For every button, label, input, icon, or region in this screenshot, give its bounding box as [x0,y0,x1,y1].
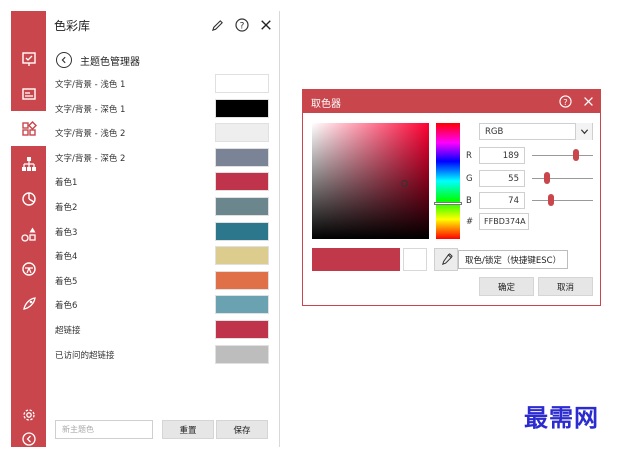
theme-color-row: 文字/背景 - 浅色 2 [55,123,270,143]
back-arrow-icon[interactable] [56,52,72,68]
theme-color-swatch[interactable] [215,270,269,290]
save-button[interactable]: 保存 [216,420,268,439]
hex-label: # [466,217,474,227]
theme-color-swatch[interactable] [215,344,269,364]
theme-color-row: 着色6 [55,295,270,315]
hex-input[interactable]: FFBD374A [479,213,529,230]
pie-chart-icon[interactable] [11,181,46,216]
shapes-icon[interactable] [11,216,46,251]
channel-slider-thumb[interactable] [547,194,554,206]
back-icon[interactable] [11,421,46,456]
color-cursor[interactable] [401,180,408,187]
channel-value-input[interactable]: 55 [479,169,525,187]
help-icon[interactable]: ? [559,95,572,108]
grid-apps-icon[interactable] [11,111,46,146]
slide-icon[interactable] [11,76,46,111]
panel-title: 色彩库 [54,19,91,33]
color-picker-dialog: 取色器 ? RGB R 189 G 55 B 74 # FFBD374A 取色/锁定（快捷… [302,89,601,306]
hue-cursor[interactable] [434,202,462,205]
theme-color-row: 超链接 [55,320,270,340]
theme-color-swatch[interactable] [215,295,269,315]
svg-text:?: ? [240,22,245,32]
close-icon[interactable] [259,18,273,32]
channel-label: G [466,173,473,184]
eyedropper-button[interactable] [434,248,458,271]
theme-color-swatch[interactable] [215,147,269,167]
picker-title-bar: 取色器 ? [303,90,600,113]
eyedropper-icon [441,253,453,265]
channel-slider-thumb[interactable] [572,149,579,161]
theme-color-label: 着色6 [55,301,78,312]
theme-color-swatch[interactable] [215,98,269,118]
theme-color-row: 着色2 [55,197,270,217]
presentation-icon[interactable] [11,41,46,76]
original-color-preview [403,248,427,271]
theme-color-row: 已访问的超链接 [55,344,270,365]
theme-color-label: 已访问的超链接 [55,350,115,361]
theme-color-swatch[interactable] [215,123,269,143]
color-mode-value: RGB [485,127,504,137]
channel-slider-track[interactable] [532,155,593,156]
new-color-preview [312,248,400,271]
hierarchy-icon[interactable] [11,146,46,181]
hue-slider[interactable] [436,123,460,239]
theme-color-swatch[interactable] [215,221,269,241]
color-mode-select[interactable]: RGB [479,123,593,140]
close-icon[interactable] [582,95,595,108]
theme-manager-title: 主题色管理器 [80,56,140,68]
theme-color-label: 着色2 [55,203,78,213]
cancel-button[interactable]: 取消 [538,277,593,296]
picker-title: 取色器 [311,99,341,110]
help-icon[interactable]: ? [235,18,249,32]
theme-color-row: 着色1 [55,172,270,192]
eyedropper-tooltip: 取色/锁定（快捷键ESC） [458,250,569,269]
palette-icon[interactable] [11,251,46,286]
theme-color-row: 文字/背景 - 浅色 1 [55,74,270,94]
sidebar-rail [11,11,46,447]
theme-color-label: 着色3 [55,227,78,238]
theme-color-swatch[interactable] [215,74,269,93]
theme-color-swatch[interactable] [215,197,269,216]
theme-color-label: 文字/背景 - 浅色 2 [55,129,126,140]
theme-color-label: 着色1 [55,178,78,189]
saturation-value-area[interactable] [312,123,429,239]
theme-color-swatch[interactable] [215,320,269,339]
svg-text:?: ? [563,97,567,107]
theme-color-label: 文字/背景 - 浅色 1 [55,80,126,90]
channel-slider-track[interactable] [532,200,593,201]
theme-color-row: 文字/背景 - 深色 2 [55,147,270,168]
theme-color-label: 文字/背景 - 深色 2 [55,153,126,164]
channel-value-input[interactable]: 74 [479,192,525,209]
channel-label: R [466,151,472,161]
theme-color-row: 着色5 [55,270,270,291]
theme-color-row: 着色3 [55,221,270,242]
theme-name-input[interactable]: 新主题色 [55,420,153,439]
channel-slider-track[interactable] [532,177,593,179]
color-library-panel: 色彩库 ? 主题色管理器 文字/背景 - 浅色 1 文字/背景 - 深色 1 文字/… [46,11,280,447]
pencil-icon[interactable] [210,18,224,32]
channel-value-input[interactable]: 189 [479,147,525,164]
reset-button[interactable]: 重置 [162,420,214,439]
watermark-logo: 最需网 [524,403,599,432]
theme-color-label: 着色4 [55,252,78,263]
theme-color-row: 文字/背景 - 深色 1 [55,98,270,119]
channel-label: B [466,196,472,206]
theme-color-row: 着色4 [55,246,270,266]
theme-color-swatch[interactable] [215,246,269,266]
chevron-down-icon[interactable] [575,123,592,140]
channel-slider-thumb[interactable] [543,171,550,184]
theme-color-label: 文字/背景 - 深色 1 [55,104,126,115]
theme-color-label: 超链接 [55,326,81,336]
ok-button[interactable]: 确定 [479,277,534,296]
theme-color-label: 着色5 [55,276,78,287]
theme-color-swatch[interactable] [215,172,269,192]
theme-manager-header: 主题色管理器 [56,51,140,69]
rocket-icon[interactable] [11,286,46,321]
